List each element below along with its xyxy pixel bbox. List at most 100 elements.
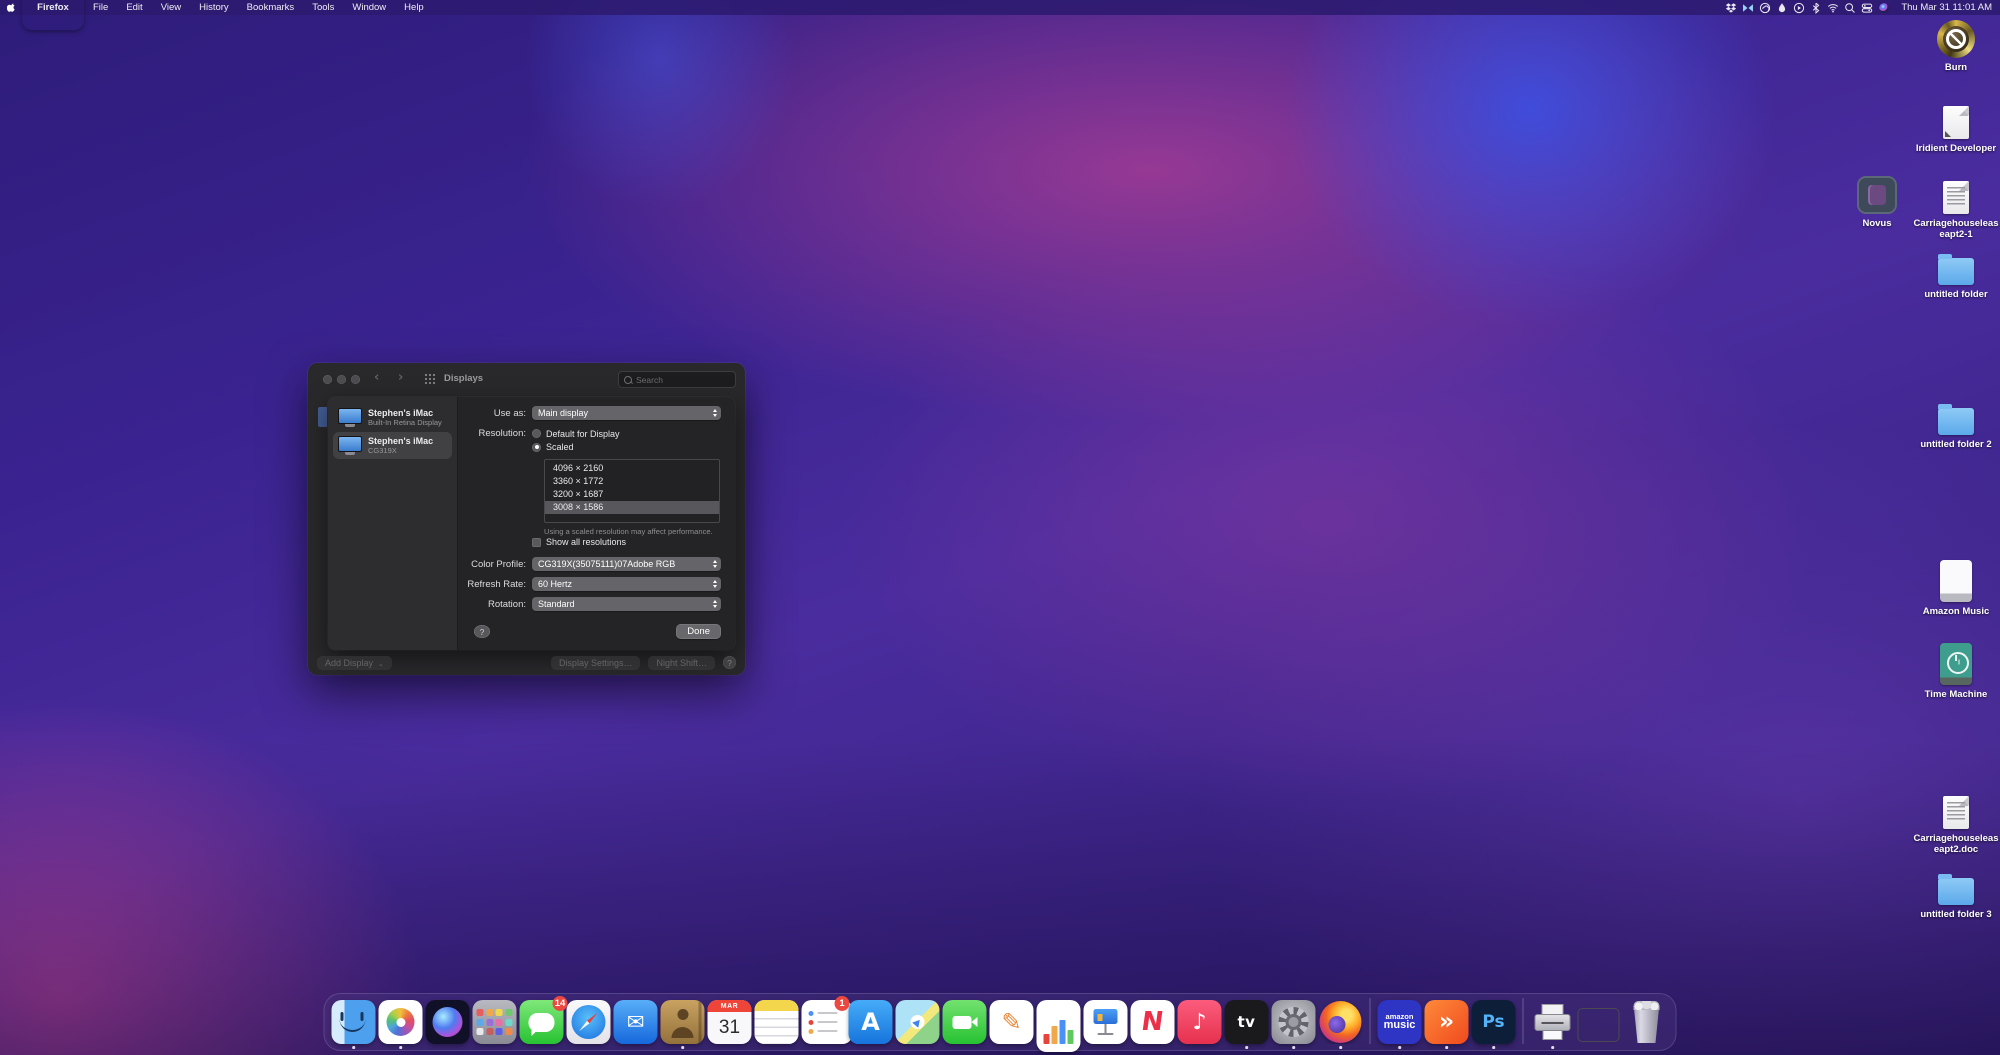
displays-window: ‹ › Displays Search Stephen's iMac Built-… xyxy=(308,363,745,675)
spotlight-icon[interactable] xyxy=(1842,0,1857,15)
menu-window[interactable]: Window xyxy=(343,0,395,15)
desktop-icon-label: untitled folder 3 xyxy=(1920,909,1992,920)
menu-history[interactable]: History xyxy=(190,0,238,15)
apple-menu[interactable] xyxy=(0,0,22,15)
menu-firefox[interactable]: Firefox xyxy=(22,0,84,30)
running-indicator xyxy=(1445,1046,1448,1049)
dock-item-notes[interactable] xyxy=(754,1000,799,1044)
dock-item-music[interactable]: ♪ xyxy=(1177,1000,1222,1044)
desktop-icon-timemachine[interactable]: Time Machine xyxy=(1896,643,2000,700)
resolution-option[interactable]: 3008 × 1586 xyxy=(545,501,719,514)
menu-bar-clock[interactable]: Thu Mar 31 11:01 AM xyxy=(1895,2,1992,13)
desktop-icon-folder3[interactable]: untitled folder 3 xyxy=(1896,873,2000,920)
radio-scaled-label[interactable]: Scaled xyxy=(546,442,574,452)
dock-item-launchpad[interactable] xyxy=(472,1000,517,1044)
dock-item-calendar[interactable]: MAR 31 xyxy=(707,1000,752,1044)
color-profile-label: Color Profile: xyxy=(471,558,526,570)
bluetooth-icon[interactable] xyxy=(1808,0,1823,15)
dock-item-printer[interactable] xyxy=(1531,1000,1575,1049)
color-profile-popup[interactable]: CG319X(35075111)07Adobe RGB xyxy=(532,557,721,571)
forward-button[interactable]: › xyxy=(398,370,403,385)
window-help-button[interactable]: ? xyxy=(723,656,736,669)
desktop-icon-iridient[interactable]: Iridient Developer xyxy=(1896,106,2000,154)
dock-item-minwindow[interactable] xyxy=(1577,1000,1622,1044)
use-as-value: Main display xyxy=(538,408,589,418)
control-center-icon[interactable] xyxy=(1859,0,1874,15)
dropbox-icon[interactable] xyxy=(1723,0,1738,15)
play-circle-icon[interactable] xyxy=(1791,0,1806,15)
dock-item-photoshop[interactable]: Ps xyxy=(1471,1000,1516,1049)
dock-item-orangeapp[interactable]: » xyxy=(1424,1000,1469,1049)
sidebar-display-2[interactable]: Stephen's iMac CG319X xyxy=(333,432,452,459)
dock-item-appstore[interactable]: A xyxy=(848,1000,893,1044)
sheet-help-button[interactable]: ? xyxy=(474,625,490,638)
minimize-button[interactable] xyxy=(337,375,346,384)
dock-item-pages[interactable]: ✎ xyxy=(989,1000,1034,1044)
menu-bar-left: Firefox File Edit View History Bookmarks Tools… xyxy=(0,0,433,15)
menu-file[interactable]: File xyxy=(84,0,117,15)
creative-cloud-icon[interactable] xyxy=(1757,0,1772,15)
rotation-popup[interactable]: Standard xyxy=(532,597,721,611)
dock-item-maps[interactable] xyxy=(895,1000,940,1044)
menu-bookmarks[interactable]: Bookmarks xyxy=(238,0,304,15)
search-input[interactable]: Search xyxy=(618,371,736,388)
dock-item-messages[interactable]: 14 xyxy=(519,996,568,1044)
use-as-popup[interactable]: Main display xyxy=(532,406,721,420)
droplet-icon[interactable] xyxy=(1774,0,1789,15)
desktop-icon-burn[interactable]: Burn xyxy=(1896,20,2000,73)
sidebar-display-1[interactable]: Stephen's iMac Built-In Retina Display xyxy=(333,404,452,431)
show-all-resolutions-checkbox[interactable] xyxy=(532,537,541,547)
dock-item-siri[interactable] xyxy=(425,1000,470,1044)
radio-default-for-display[interactable] xyxy=(532,429,541,438)
resolution-option[interactable]: 3200 × 1687 xyxy=(545,488,719,501)
close-button[interactable] xyxy=(323,375,332,384)
done-button[interactable]: Done xyxy=(676,624,721,639)
dock-item-safari[interactable] xyxy=(566,1000,611,1044)
dock-item-trash[interactable] xyxy=(1625,1000,1669,1044)
desktop-icon-label: Amazon Music xyxy=(1922,606,1990,617)
window-bottom-bar: Add Display ⌄ Display Settings… Night Shi… xyxy=(308,650,745,675)
menu-view[interactable]: View xyxy=(152,0,190,15)
dock-item-contacts[interactable] xyxy=(660,1000,705,1049)
menu-help[interactable]: Help xyxy=(395,0,433,15)
radio-default-label[interactable]: Default for Display xyxy=(546,429,620,439)
desktop-icon-carriage2[interactable]: Carriagehouseleas eapt2.doc xyxy=(1896,796,2000,855)
dock-item-appletv[interactable]: tv xyxy=(1224,1000,1269,1049)
desktop-icon-label: Time Machine xyxy=(1924,689,1988,700)
dock-item-keynote[interactable] xyxy=(1083,1000,1128,1044)
dock-item-news[interactable]: N xyxy=(1130,1000,1175,1044)
dock-item-reminders[interactable]: 1 xyxy=(801,996,853,1044)
add-display-button[interactable]: Add Display ⌄ xyxy=(317,655,392,670)
menu-tools[interactable]: Tools xyxy=(303,0,343,15)
window-titlebar[interactable]: ‹ › Displays Search xyxy=(308,363,745,393)
dock-item-finder[interactable] xyxy=(331,1000,376,1049)
dock-item-firefox[interactable] xyxy=(1319,1000,1363,1049)
back-button[interactable]: ‹ xyxy=(374,370,379,385)
dock-item-amazonmusic[interactable]: amazon music xyxy=(1377,1000,1422,1049)
desktop-icon-folder1[interactable]: untitled folder xyxy=(1896,253,2000,300)
resolution-option[interactable]: 3360 × 1772 xyxy=(545,475,719,488)
dock-item-numbers[interactable] xyxy=(1036,1000,1081,1052)
desktop-icon-carriage1[interactable]: Carriagehouseleas eapt2-1 xyxy=(1896,181,2000,240)
desktop-icon-amazondrive[interactable]: Amazon Music xyxy=(1896,560,2000,617)
radio-scaled[interactable] xyxy=(532,442,541,452)
dock-item-sysprefs[interactable] xyxy=(1271,1000,1316,1049)
night-shift-button[interactable]: Night Shift… xyxy=(648,655,715,670)
desktop-icon-folder2[interactable]: untitled folder 2 xyxy=(1896,403,2000,450)
dock-item-facetime[interactable] xyxy=(942,1000,987,1044)
dock-item-photos[interactable] xyxy=(378,1000,423,1049)
display-settings-button[interactable]: Display Settings… xyxy=(550,655,641,670)
show-all-resolutions-label[interactable]: Show all resolutions xyxy=(546,537,626,547)
siri-icon[interactable] xyxy=(1876,0,1891,15)
wifi-icon[interactable] xyxy=(1825,0,1840,15)
refresh-rate-popup[interactable]: 60 Hertz xyxy=(532,577,721,591)
resolution-option[interactable]: 4096 × 2160 xyxy=(545,462,719,475)
desktop-icon-label: Burn xyxy=(1944,62,1968,73)
resolution-list: 4096 × 2160 3360 × 1772 3200 × 1687 3008 × … xyxy=(544,459,720,523)
popup-chevrons-icon xyxy=(709,406,721,420)
menu-edit[interactable]: Edit xyxy=(117,0,151,15)
butterfly-icon[interactable] xyxy=(1740,0,1755,15)
dock-item-mail[interactable]: ✉ xyxy=(613,1000,658,1044)
zoom-button[interactable] xyxy=(351,375,360,384)
show-all-preferences-icon[interactable] xyxy=(424,373,435,384)
